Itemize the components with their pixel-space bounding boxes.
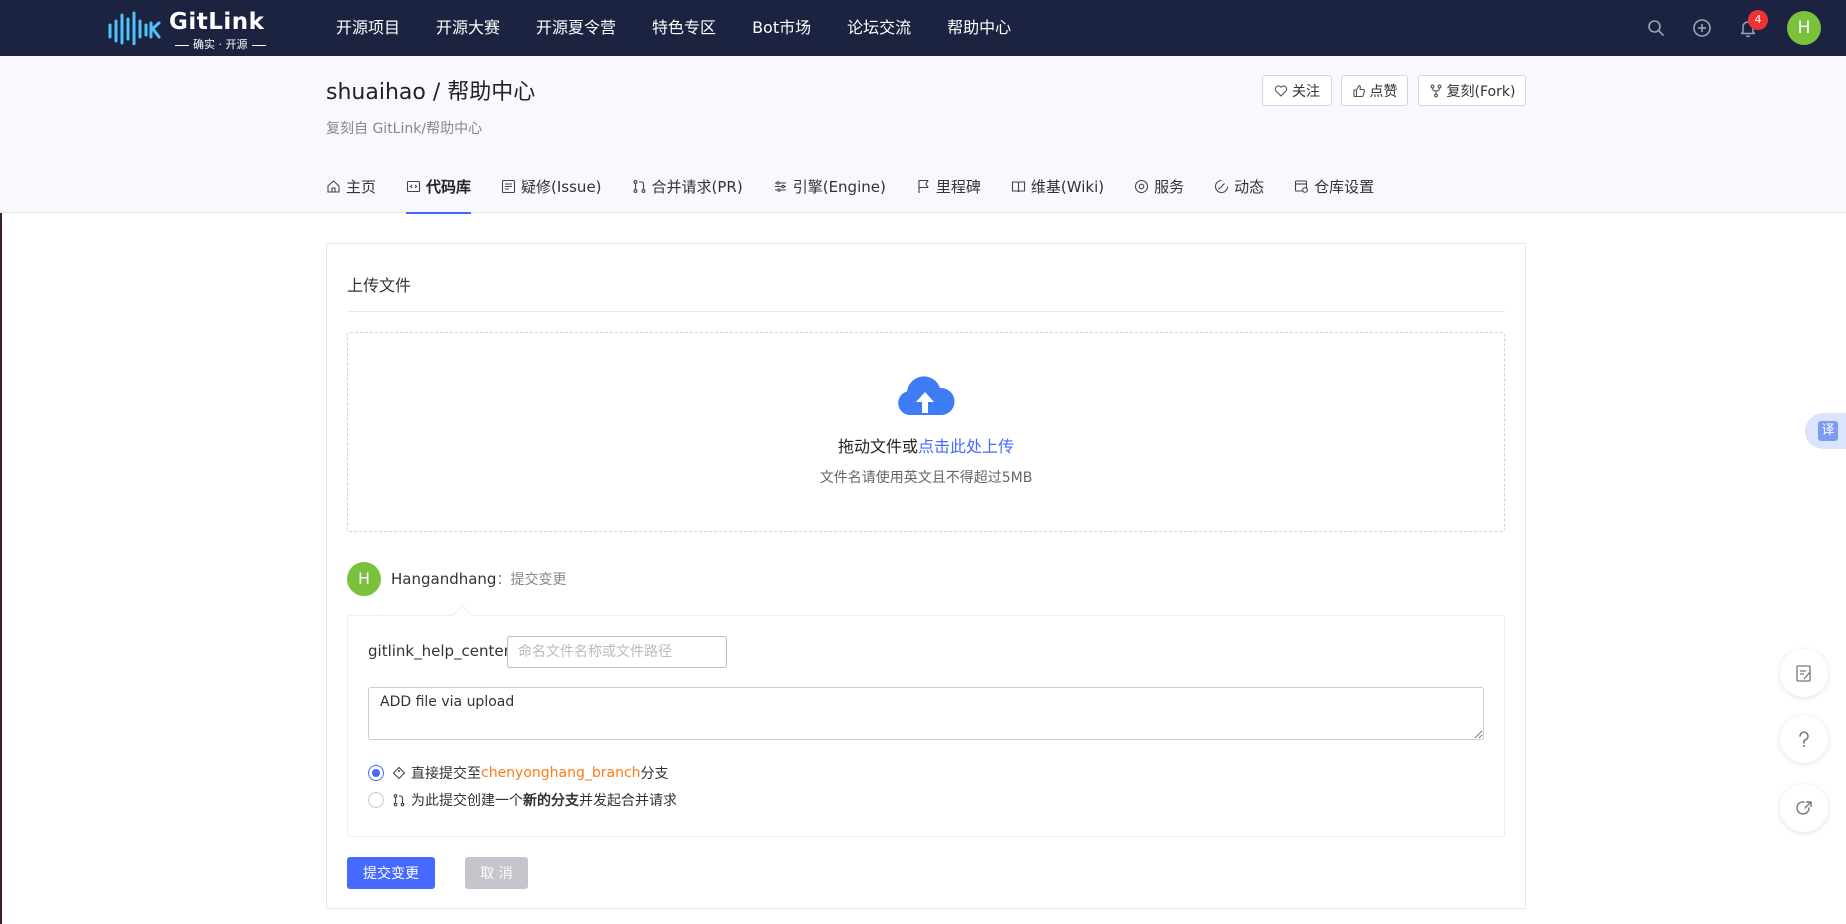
menu-special-zone[interactable]: 特色专区 <box>652 0 716 56</box>
service-icon <box>1135 179 1149 194</box>
path-prefix: gitlink_help_center / <box>368 642 520 660</box>
activity-icon <box>1215 179 1229 194</box>
tab-milestones-label: 里程碑 <box>935 178 981 196</box>
dropzone-text: 拖动文件或点击此处上传 <box>348 433 1504 457</box>
commit-form: gitlink_help_center / ADD file via uploa… <box>347 615 1505 837</box>
drop-text: 拖动文件或 <box>837 437 918 456</box>
divider <box>347 311 1505 312</box>
branch-tag-icon <box>392 766 406 780</box>
forked-from-label[interactable]: 复刻自 GitLink/帮助中心 <box>326 118 482 138</box>
tab-activity-label: 动态 <box>1234 178 1265 196</box>
tab-services[interactable]: 服务 <box>1134 176 1184 213</box>
heart-icon <box>1274 84 1288 97</box>
fork-label: 复刻(Fork) <box>1446 83 1516 100</box>
menu-bot-market[interactable]: Bot市场 <box>752 0 811 56</box>
thumbs-up-icon <box>1352 84 1365 97</box>
pull-request-icon <box>393 794 405 807</box>
option-new-branch[interactable]: 为此提交创建一个 新的分支 并发起合并请求 <box>368 789 677 811</box>
opt1-text: 直接提交至 <box>411 766 481 782</box>
gitlink-logo[interactable]: GitLink 确实 · 开源 <box>107 8 287 51</box>
notification-count-badge: 4 <box>1748 10 1768 30</box>
upload-hint: 文件名请使用英文且不得超过5MB <box>819 470 1033 486</box>
repo-title[interactable]: shuaihao / 帮助中心 <box>326 74 535 106</box>
flag-icon <box>918 179 929 193</box>
file-dropzone[interactable]: 拖动文件或点击此处上传 文件名请使用英文且不得超过5MB <box>347 332 1505 532</box>
tab-code-label: 代码库 <box>426 178 472 196</box>
opt2-bold: 新的分支 <box>523 793 579 809</box>
file-path-input[interactable] <box>507 636 727 668</box>
tab-home-label: 主页 <box>346 178 377 196</box>
tab-repo-settings[interactable]: 仓库设置 <box>1294 176 1374 213</box>
logo-bars-icon <box>108 11 161 45</box>
tab-repo-settings-label: 仓库设置 <box>1314 178 1375 196</box>
tab-pull-requests-label: 合并请求(PR) <box>651 178 743 196</box>
opt2-suffix: 并发起合并请求 <box>579 793 677 809</box>
share-arrow-icon <box>1796 801 1812 815</box>
tab-engine-label: 引擎(Engine) <box>792 178 886 196</box>
branch-name: chenyonghang_branch <box>481 765 641 781</box>
tab-activity[interactable]: 动态 <box>1214 176 1264 213</box>
engine-icon <box>774 181 786 192</box>
committer-info: H Hangandhang ：提交变更 <box>347 562 566 596</box>
question-icon <box>1799 731 1809 747</box>
tab-wiki-label: 维基(Wiki) <box>1030 178 1105 196</box>
like-label: 点赞 <box>1369 83 1398 100</box>
plus-circle-icon[interactable] <box>1692 18 1712 38</box>
tab-issues[interactable]: 疑修(Issue) <box>501 176 602 213</box>
fork-icon <box>1430 84 1441 97</box>
feedback-button[interactable] <box>1780 649 1828 697</box>
repo-tabs: 主页 代码库 疑修(Issue) 合并请求(PR) 引擎(Engine) 里程碑… <box>326 176 1404 214</box>
submit-changes-button[interactable]: 提交变更 <box>347 857 435 889</box>
help-button[interactable] <box>1780 715 1828 763</box>
tab-milestones[interactable]: 里程碑 <box>916 176 981 213</box>
translate-icon: 译 <box>1818 421 1838 441</box>
tab-pull-requests[interactable]: 合并请求(PR) <box>632 176 743 213</box>
menu-open-projects[interactable]: 开源项目 <box>336 0 400 56</box>
cancel-button[interactable]: 取 消 <box>465 857 528 889</box>
upload-card: 上传文件 拖动文件或点击此处上传 文件名请使用英文且不得超过5MB H Hang… <box>326 243 1526 909</box>
option-direct-commit[interactable]: 直接提交至 chenyonghang_branch 分支 <box>368 762 669 784</box>
issue-icon <box>501 179 516 194</box>
user-avatar[interactable]: H <box>1787 11 1821 45</box>
translate-widget[interactable]: 译 <box>1805 413 1846 449</box>
tab-engine[interactable]: 引擎(Engine) <box>773 176 886 213</box>
tab-wiki[interactable]: 维基(Wiki) <box>1011 176 1104 213</box>
menu-competitions[interactable]: 开源大赛 <box>436 0 500 56</box>
code-icon <box>406 180 421 193</box>
menu-forum[interactable]: 论坛交流 <box>847 0 911 56</box>
tab-services-label: 服务 <box>1154 178 1185 196</box>
main-menu: 开源项目 开源大赛 开源夏令营 特色专区 Bot市场 论坛交流 帮助中心 <box>336 0 1047 56</box>
book-icon <box>1011 181 1025 193</box>
watch-button[interactable]: 关注 <box>1262 75 1332 106</box>
share-button[interactable] <box>1780 784 1828 832</box>
cloud-upload-icon <box>898 376 955 415</box>
commit-message-textarea[interactable]: ADD file via upload <box>368 687 1484 740</box>
upload-title: 上传文件 <box>347 276 412 295</box>
search-icon[interactable] <box>1646 18 1666 38</box>
top-navbar: GitLink 确实 · 开源 开源项目 开源大赛 开源夏令营 特色专区 Bot… <box>0 0 1846 56</box>
brand-name: GitLink <box>169 9 265 35</box>
tab-home[interactable]: 主页 <box>326 176 376 213</box>
repo-header: shuaihao / 帮助中心 复刻自 GitLink/帮助中心 关注 点赞 复… <box>0 56 1846 214</box>
commit-action-label: ：提交变更 <box>496 572 567 588</box>
brand-slogan: 确实 · 开源 <box>171 36 270 52</box>
opt1-suffix: 分支 <box>640 766 669 782</box>
radio-direct-commit[interactable] <box>368 765 384 781</box>
tab-issues-label: 疑修(Issue) <box>521 178 602 196</box>
committer-name: Hangandhang <box>391 570 497 588</box>
pull-request-icon <box>633 180 645 193</box>
menu-summer-camp[interactable]: 开源夏令营 <box>536 0 616 56</box>
tab-code[interactable]: 代码库 <box>406 176 472 214</box>
committer-avatar: H <box>347 562 381 596</box>
fork-button[interactable]: 复刻(Fork) <box>1418 75 1526 106</box>
click-to-upload-link[interactable]: 点击此处上传 <box>918 437 1014 456</box>
opt2-text: 为此提交创建一个 <box>411 793 523 809</box>
menu-help-center[interactable]: 帮助中心 <box>947 0 1011 56</box>
like-button[interactable]: 点赞 <box>1341 75 1408 106</box>
edit-note-icon <box>1796 665 1811 682</box>
watch-label: 关注 <box>1292 83 1320 100</box>
home-icon <box>327 180 340 193</box>
settings-icon <box>1295 180 1308 193</box>
radio-new-branch[interactable] <box>368 792 384 808</box>
